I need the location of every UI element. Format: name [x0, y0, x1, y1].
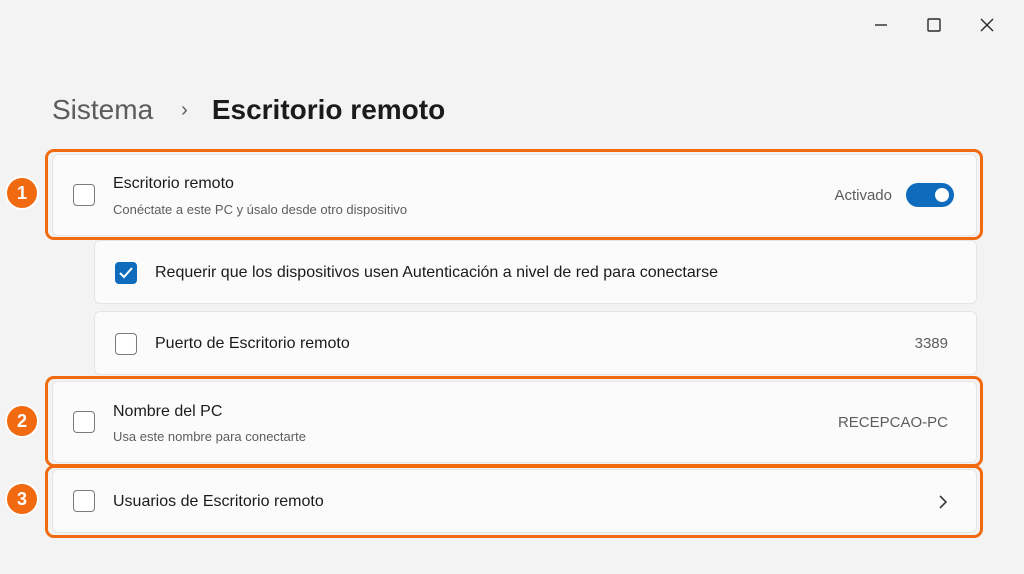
remote-desktop-toggle[interactable]: [906, 183, 954, 207]
close-button[interactable]: [964, 8, 1010, 42]
nla-label: Requerir que los dispositivos usen Auten…: [155, 264, 718, 281]
checkmark-icon: [119, 267, 133, 279]
remote-desktop-title: Escritorio remoto: [113, 175, 234, 192]
users-title: Usuarios de Escritorio remoto: [113, 493, 324, 510]
users-checkbox[interactable]: [73, 490, 95, 512]
nla-checkbox[interactable]: [115, 262, 137, 284]
remote-desktop-subtitle: Conéctate a este PC y úsalo desde otro d…: [113, 202, 408, 217]
toggle-knob: [935, 188, 949, 202]
annotation-badge-3: 3: [5, 482, 39, 516]
annotation-badge-2: 2: [5, 404, 39, 438]
port-checkbox[interactable]: [115, 333, 137, 355]
remote-desktop-checkbox[interactable]: [73, 184, 95, 206]
minimize-button[interactable]: [858, 8, 904, 42]
pc-name-value: RECEPCAO-PC: [837, 414, 948, 431]
annotation-badge-1: 1: [5, 176, 39, 210]
port-card: Puerto de Escritorio remoto 3389: [94, 311, 977, 375]
chevron-right-icon[interactable]: [938, 494, 948, 510]
close-icon: [980, 18, 994, 32]
remote-desktop-card: Escritorio remoto Conéctate a este PC y …: [52, 154, 977, 236]
pc-name-subtitle: Usa este nombre para conectarte: [113, 429, 306, 444]
pc-name-card: Nombre del PC Usa este nombre para conec…: [52, 381, 977, 463]
remote-desktop-users-card[interactable]: Usuarios de Escritorio remoto: [52, 469, 977, 533]
port-value: 3389: [914, 335, 948, 352]
pc-name-title: Nombre del PC: [113, 403, 223, 420]
page-title: Escritorio remoto: [211, 94, 446, 125]
breadcrumb-separator: ›: [181, 98, 188, 121]
maximize-icon: [927, 18, 941, 32]
maximize-button[interactable]: [911, 8, 957, 42]
breadcrumb-parent-sistema[interactable]: Sistema: [52, 94, 153, 126]
pc-name-checkbox[interactable]: [73, 411, 95, 433]
nla-card: Requerir que los dispositivos usen Auten…: [94, 240, 977, 304]
settings-window: Sistema › Escritorio remoto Escritorio r…: [0, 0, 1024, 574]
minimize-icon: [875, 24, 887, 26]
breadcrumb: Sistema › Escritorio remoto: [52, 88, 445, 132]
remote-desktop-status: Activado: [834, 187, 892, 204]
port-label: Puerto de Escritorio remoto: [155, 335, 350, 352]
